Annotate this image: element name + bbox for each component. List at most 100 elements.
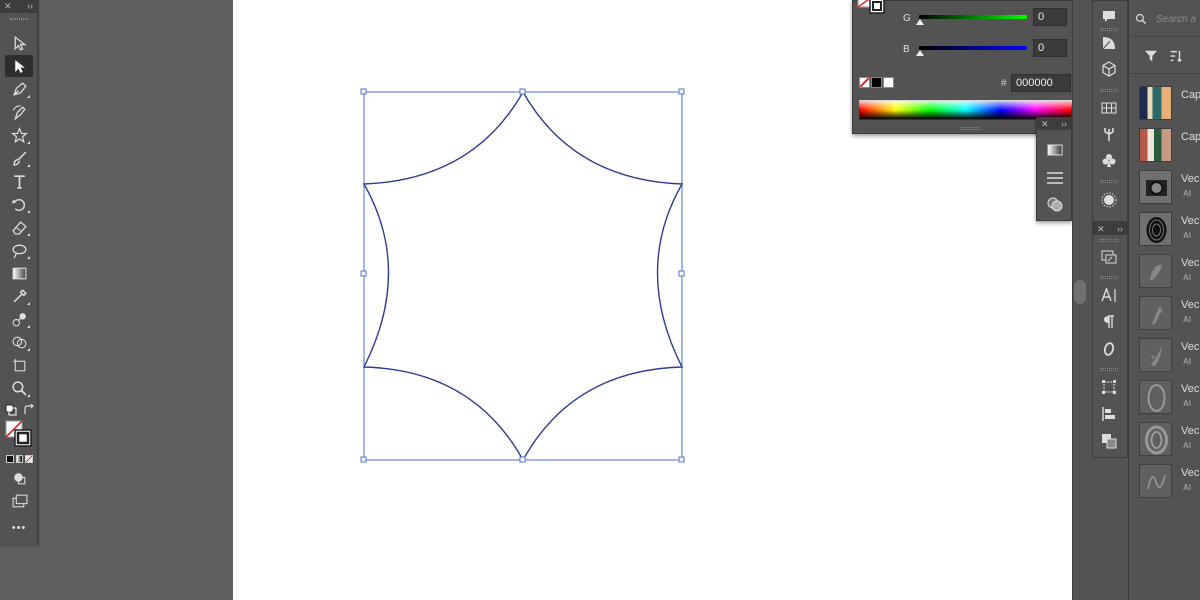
pen-tool[interactable] [5, 78, 33, 100]
fill-stroke-swatches[interactable] [5, 420, 33, 448]
library-item[interactable]: Cap [1139, 126, 1200, 164]
warp-tool[interactable] [5, 239, 33, 261]
blend-tool[interactable] [5, 308, 33, 330]
bbox-handle-middle-left[interactable] [360, 270, 367, 277]
close-icon[interactable]: ✕ [1041, 119, 1049, 130]
library-item[interactable]: Vec AI [1139, 168, 1200, 206]
transparency-panel-button[interactable] [1045, 194, 1065, 214]
bbox-handle-top-center[interactable] [519, 88, 526, 95]
collapse-icon[interactable]: ›› [1061, 119, 1067, 129]
bbox-handle-bottom-right[interactable] [678, 456, 685, 463]
black-swatch[interactable] [871, 77, 882, 88]
panel-grip[interactable] [961, 127, 979, 130]
bbox-handle-top-right[interactable] [678, 88, 685, 95]
white-swatch[interactable] [883, 77, 894, 88]
screen-mode-button[interactable] [5, 490, 33, 512]
none-swatch[interactable] [859, 77, 870, 88]
panel-grip[interactable] [0, 13, 37, 25]
selection-tool[interactable] [5, 32, 33, 54]
bbox-handle-bottom-center[interactable] [519, 456, 526, 463]
panel-grip[interactable] [1100, 180, 1118, 183]
library-item[interactable]: Vec AI [1139, 462, 1200, 500]
collapse-icon[interactable]: ›› [1117, 224, 1123, 234]
g-slider[interactable] [919, 15, 1027, 19]
library-item[interactable]: Vec AI [1139, 336, 1200, 374]
none-mode-button[interactable] [25, 455, 34, 463]
library-item[interactable]: Cap [1139, 84, 1200, 122]
arrow-solid-icon [14, 59, 25, 73]
eyedropper-tool[interactable] [5, 285, 33, 307]
shape-builder-tool[interactable] [5, 331, 33, 353]
opentype-panel-button[interactable] [1097, 338, 1121, 360]
library-search[interactable]: Search a [1135, 8, 1200, 30]
curvature-tool[interactable] [5, 101, 33, 123]
stroke-panel-button[interactable] [1045, 168, 1065, 188]
direct-selection-tool[interactable] [5, 55, 33, 77]
appearance-icon [1102, 37, 1115, 50]
swap-fill-stroke-icon[interactable] [23, 403, 35, 415]
cube-icon [1102, 61, 1116, 77]
b-slider[interactable] [919, 46, 1027, 50]
close-icon[interactable]: ✕ [1097, 224, 1105, 235]
gradient-tool[interactable] [5, 262, 33, 284]
fill-stroke-indicator[interactable] [857, 0, 885, 21]
bbox-handle-bottom-left[interactable] [360, 456, 367, 463]
library-item[interactable]: Vec AI [1139, 252, 1200, 290]
artboards-panel-button[interactable] [1097, 376, 1121, 398]
bbox-handle-top-left[interactable] [360, 88, 367, 95]
b-value-input[interactable]: 0 [1033, 39, 1067, 57]
library-item[interactable]: Vec AI [1139, 294, 1200, 332]
panel-grip[interactable] [1100, 28, 1118, 31]
more-tools-button[interactable]: ••• [0, 522, 38, 534]
sort-icon[interactable] [1169, 49, 1183, 63]
color-mode-button[interactable] [6, 455, 14, 463]
draw-mode-button[interactable] [5, 467, 33, 489]
close-icon[interactable]: ✕ [4, 0, 12, 13]
pasteboard[interactable] [38, 0, 233, 600]
g-value-input[interactable]: 0 [1033, 8, 1067, 26]
library-item[interactable]: Vec AI [1139, 378, 1200, 416]
paintbrush-tool[interactable] [5, 147, 33, 169]
star-path[interactable] [362, 90, 684, 462]
swatches-panel-button[interactable] [1097, 97, 1121, 119]
eraser-tool[interactable] [5, 216, 33, 238]
artboard-tool[interactable] [5, 354, 33, 376]
gradient-panel-button[interactable] [1045, 140, 1065, 160]
type-tool[interactable] [5, 170, 33, 192]
panel-grip[interactable] [1100, 89, 1118, 92]
align-panel-button[interactable] [1097, 403, 1121, 425]
library-item[interactable]: Vec AI [1139, 420, 1200, 458]
bbox-handle-middle-right[interactable] [678, 270, 685, 277]
star-icon [10, 126, 28, 143]
brushes-panel-button[interactable] [1097, 123, 1121, 145]
panel-grip[interactable] [1100, 239, 1118, 242]
panel-grip[interactable] [1100, 368, 1118, 371]
rotate-tool[interactable] [5, 193, 33, 215]
mini-panel-group: ✕ ›› [1036, 117, 1072, 221]
filter-icon[interactable] [1144, 49, 1158, 63]
appearance-panel-button[interactable] [1097, 32, 1121, 54]
zoom-tool[interactable] [5, 377, 33, 399]
b-slider-thumb[interactable] [916, 50, 924, 56]
club-icon [1102, 154, 1116, 167]
gradient-mode-button[interactable] [15, 455, 24, 463]
character-panel-button[interactable] [1097, 284, 1121, 306]
3d-panel-button[interactable] [1097, 58, 1121, 80]
hex-label: # [1001, 78, 1007, 89]
search-input[interactable]: Search a [1156, 14, 1196, 25]
panel-grip[interactable] [1100, 276, 1118, 279]
dock-scrollbar[interactable] [1074, 280, 1086, 304]
symbols-panel-button[interactable] [1097, 149, 1121, 171]
star-tool[interactable] [5, 124, 33, 146]
library-item[interactable]: Vec AI [1139, 210, 1200, 248]
default-fill-stroke-icon[interactable] [5, 403, 17, 416]
graphic-styles-panel-button[interactable] [1097, 189, 1121, 211]
transform-panel-button[interactable] [1097, 246, 1121, 268]
comments-panel-button[interactable] [1097, 5, 1121, 27]
collapse-icon[interactable]: ›› [27, 0, 33, 13]
g-slider-thumb[interactable] [916, 19, 924, 25]
pathfinder-panel-button[interactable] [1097, 430, 1121, 452]
paragraph-panel-button[interactable] [1097, 311, 1121, 333]
hex-input[interactable]: 000000 [1011, 74, 1071, 92]
pilcrow-icon [1104, 315, 1114, 328]
